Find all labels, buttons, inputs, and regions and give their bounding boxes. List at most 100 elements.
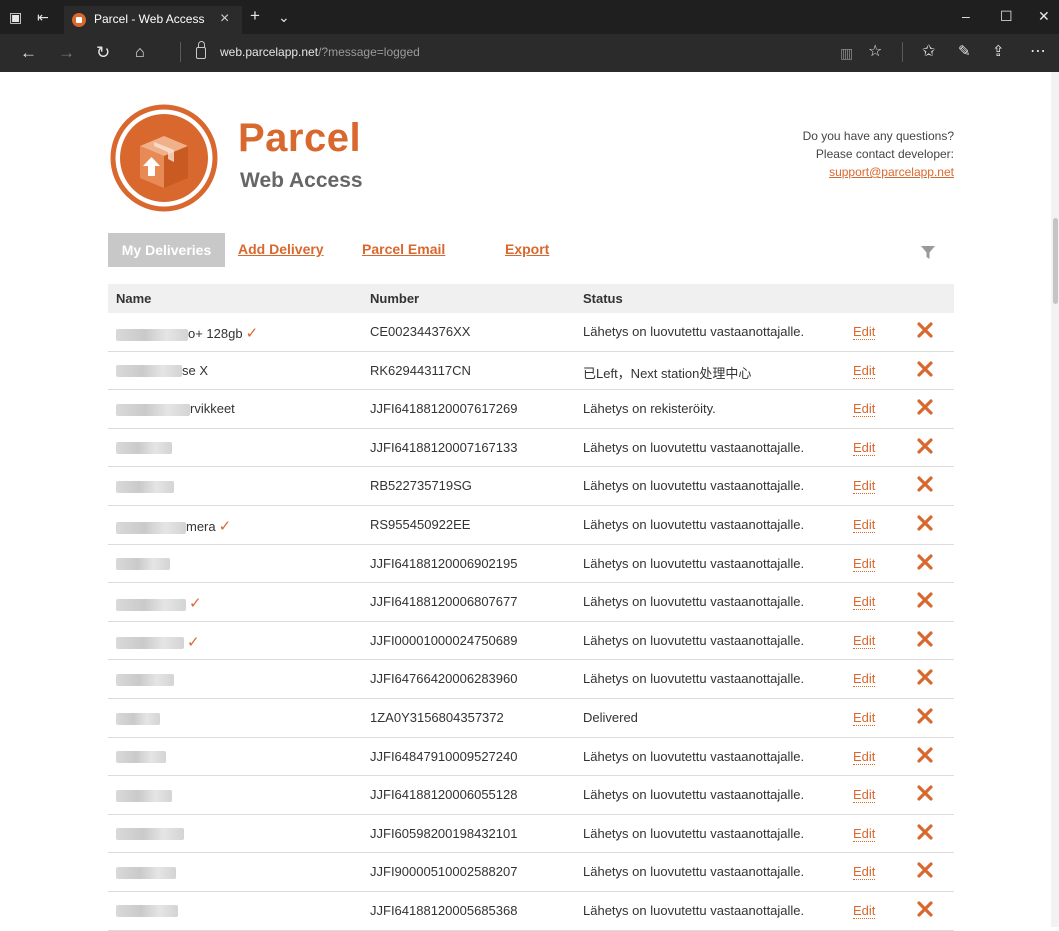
- edit-link[interactable]: Edit: [853, 594, 876, 611]
- delete-icon[interactable]: [917, 746, 933, 763]
- forward-arrow-icon[interactable]: →: [58, 44, 75, 61]
- tab-my-deliveries[interactable]: My Deliveries: [108, 233, 225, 267]
- delivery-status: Lähetys on luovutettu vastaanottajalle.: [583, 748, 805, 764]
- reading-view-icon[interactable]: ▥: [840, 46, 853, 60]
- delivery-name-text: se X: [182, 362, 209, 378]
- delivery-status: Lähetys on luovutettu vastaanottajalle.: [583, 594, 805, 610]
- more-menu-icon[interactable]: ⋯: [1030, 44, 1046, 60]
- delete-icon[interactable]: [917, 553, 933, 570]
- delivery-name: [116, 787, 172, 802]
- edit-link[interactable]: Edit: [853, 440, 876, 456]
- redacted-name-block: [116, 365, 182, 378]
- support-email-link[interactable]: support@parcelapp.net: [803, 163, 954, 181]
- table-row: ✓ JJFI64188120006807677 Lähetys on luovute…: [108, 583, 954, 622]
- maximize-icon[interactable]: ☐: [1000, 8, 1013, 25]
- edit-link[interactable]: Edit: [853, 671, 876, 688]
- delivery-name: [116, 556, 170, 571]
- tab-list-chevron-icon[interactable]: ⌄: [278, 10, 290, 24]
- tab-add-delivery[interactable]: Add Delivery: [238, 241, 324, 257]
- edit-link[interactable]: Edit: [853, 749, 876, 765]
- delivery-status: Lähetys on luovutettu vastaanottajalle.: [583, 439, 805, 455]
- favorite-star-icon[interactable]: ☆: [868, 44, 882, 60]
- table-row: 1ZA0Y3156804357372 Delivered Edit: [108, 699, 954, 738]
- delete-icon[interactable]: [917, 669, 933, 685]
- web-note-icon[interactable]: ✎: [958, 44, 971, 59]
- tab-manager-icon[interactable]: ▣: [9, 10, 22, 24]
- address-bar[interactable]: web.parcelapp.net/?message=logged: [220, 45, 420, 59]
- delete-icon[interactable]: [917, 708, 933, 724]
- edit-link[interactable]: Edit: [853, 478, 876, 495]
- home-icon[interactable]: ⌂: [135, 45, 145, 61]
- redacted-name-block: [116, 905, 178, 918]
- parcel-logo-icon: [110, 104, 218, 212]
- browser-titlebar: ▣ ⇤ Parcel - Web Access × + ⌄ – ☐ ✕: [0, 0, 1059, 34]
- delete-icon[interactable]: [917, 592, 933, 608]
- browser-tab[interactable]: Parcel - Web Access ×: [64, 6, 242, 34]
- scrollbar-thumb[interactable]: [1053, 218, 1058, 304]
- delete-icon[interactable]: [917, 476, 933, 492]
- tracking-number: JJFI90000510002588207: [370, 864, 518, 880]
- minimize-icon[interactable]: –: [962, 8, 970, 24]
- table-row: JJFI64188120007167133 Lähetys on luovutet…: [108, 429, 954, 468]
- delete-icon[interactable]: [917, 631, 933, 647]
- delete-icon[interactable]: [917, 824, 933, 840]
- table-row: JJFI60598200198432101 Lähetys on luovutet…: [108, 815, 954, 854]
- table-row: JJFI64847910009527240 Lähetys on luovutet…: [108, 738, 954, 777]
- close-window-icon[interactable]: ✕: [1038, 8, 1050, 25]
- tab-parcel-email[interactable]: Parcel Email: [362, 241, 445, 257]
- delete-icon[interactable]: [917, 515, 933, 531]
- delivery-status: Lähetys on luovutettu vastaanottajalle.: [583, 902, 805, 918]
- tracking-number: JJFI64188120005685368: [370, 902, 518, 918]
- edit-link[interactable]: Edit: [853, 633, 876, 649]
- new-tab-icon[interactable]: +: [250, 7, 260, 24]
- tab-export[interactable]: Export: [505, 241, 549, 257]
- edit-link[interactable]: Edit: [853, 517, 876, 533]
- parcel-favicon-icon: [72, 13, 86, 27]
- redacted-name-block: [116, 442, 172, 455]
- redacted-name-block: [116, 403, 190, 416]
- edit-link[interactable]: Edit: [853, 556, 876, 572]
- delivery-status: Lähetys on luovutettu vastaanottajalle.: [583, 555, 805, 571]
- delete-icon[interactable]: [917, 438, 933, 454]
- tab-close-icon[interactable]: ×: [220, 10, 229, 28]
- edit-link[interactable]: Edit: [853, 401, 876, 418]
- edit-link[interactable]: Edit: [853, 324, 876, 340]
- set-tabs-aside-icon[interactable]: ⇤: [37, 10, 49, 24]
- delivery-name: [116, 749, 166, 764]
- edit-link[interactable]: Edit: [853, 710, 876, 726]
- tracking-number: JJFI00001000024750689: [370, 632, 518, 648]
- delete-icon[interactable]: [917, 322, 933, 338]
- delete-icon[interactable]: [917, 399, 933, 415]
- favorites-hub-icon[interactable]: ✩: [922, 44, 935, 60]
- delete-icon[interactable]: [917, 901, 933, 917]
- delivery-name-text: o+ 128gb: [188, 326, 243, 341]
- refresh-icon[interactable]: ↻: [96, 44, 110, 61]
- edit-link[interactable]: Edit: [853, 363, 876, 379]
- delete-icon[interactable]: [917, 862, 933, 878]
- edit-link[interactable]: Edit: [853, 787, 876, 804]
- tracking-number: 1ZA0Y3156804357372: [370, 709, 504, 725]
- table-row: JJFI64188120005685368 Lähetys on luovutet…: [108, 892, 954, 931]
- vertical-scrollbar[interactable]: [1051, 72, 1059, 927]
- contact-info: Do you have any questions? Please contac…: [803, 127, 954, 181]
- delete-icon[interactable]: [917, 360, 933, 377]
- deliveries-table: o+ 128gb ✓ CE002344376XX Lähetys on luovute…: [108, 313, 954, 931]
- brand-title: Parcel: [238, 116, 362, 160]
- filter-icon[interactable]: [920, 244, 936, 260]
- redacted-name-block: [116, 866, 176, 879]
- redacted-name-block: [116, 480, 174, 493]
- edit-link[interactable]: Edit: [853, 864, 876, 881]
- table-row: JJFI64188120006055128 Lähetys on luovutet…: [108, 776, 954, 815]
- delivery-name: rvikkeet: [116, 401, 235, 416]
- delivery-name: [116, 671, 174, 686]
- lock-icon: [196, 41, 206, 59]
- redacted-name-block: [116, 828, 184, 841]
- delivery-name: ✓: [116, 633, 200, 651]
- tracking-number: JJFI60598200198432101: [370, 825, 518, 841]
- edit-link[interactable]: Edit: [853, 903, 876, 919]
- delete-icon[interactable]: [917, 785, 933, 801]
- edit-link[interactable]: Edit: [853, 826, 876, 842]
- delivery-status: Lähetys on luovutettu vastaanottajalle.: [583, 478, 805, 494]
- share-icon[interactable]: ⇪: [992, 44, 1005, 59]
- back-arrow-icon[interactable]: ←: [20, 44, 37, 61]
